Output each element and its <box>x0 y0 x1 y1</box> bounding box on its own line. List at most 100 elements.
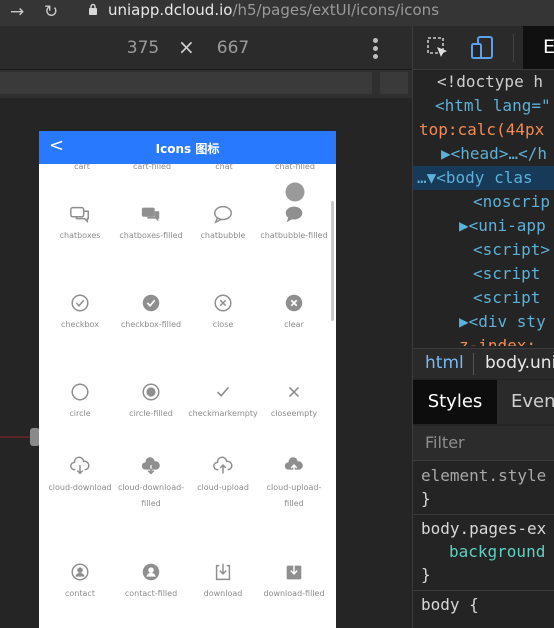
icon-label-cut: chat <box>215 162 233 171</box>
styles-pane: element.style } body.pages-ex background… <box>413 462 554 620</box>
page-title: Icons 图标 <box>155 142 220 156</box>
tab-styles[interactable]: Styles <box>413 380 497 424</box>
icon-cell-closeempty[interactable]: closeempty <box>257 381 331 422</box>
icon-label: close <box>212 320 234 329</box>
breadcrumb-item[interactable]: body.uni <box>485 353 554 373</box>
tab-event-listeners[interactable]: Even <box>511 380 554 424</box>
icon-label: checkbox-filled <box>120 320 182 329</box>
tab-elements[interactable]: E <box>523 26 554 69</box>
download-icon <box>212 561 234 583</box>
icon-cell-contact-filled[interactable]: contact-filled <box>114 561 188 602</box>
icon-label: cloud-download <box>48 483 112 492</box>
dom-line-selected[interactable]: …▼<body clas <box>413 166 554 190</box>
dom-line[interactable]: <noscrip <box>413 190 554 214</box>
icon-cell-cloud-download-filled[interactable]: cloud-download-filled <box>114 455 188 512</box>
cloud-upload-filled-icon <box>283 455 305 477</box>
rule-close: } <box>421 565 431 584</box>
icon-cell-chatboxes-filled[interactable]: chatboxes-filled <box>114 203 188 244</box>
dom-line[interactable]: ▶<uni-app <box>413 214 554 238</box>
icon-label-cut: cart-filled <box>132 162 172 171</box>
checkmarkempty-icon <box>212 381 234 403</box>
dimension-separator: × <box>178 35 195 59</box>
icon-cell-checkbox-filled[interactable]: checkbox-filled <box>114 292 188 333</box>
style-rule: body.pages-ex background } <box>413 515 554 591</box>
scrollbar-thumb[interactable] <box>331 201 334 321</box>
icon-cell-cloud-download[interactable]: cloud-download <box>43 455 117 496</box>
browser-toolbar: → ↻ uniapp.dcloud.io/h5/pages/extUI/icon… <box>0 0 554 26</box>
icon-label: checkbox <box>61 320 99 329</box>
rule-selector: body.pages-ex <box>421 519 547 538</box>
dom-line[interactable]: <script <box>413 262 554 286</box>
dom-line[interactable]: ▶<head>…</h <box>413 142 554 166</box>
checkbox-filled-icon <box>140 292 162 314</box>
breadcrumb-item[interactable]: html <box>425 353 464 373</box>
device-toolbar-icon[interactable] <box>471 36 495 60</box>
icon-label: download-filled <box>263 589 325 598</box>
styles-tabbar: Styles Even <box>413 380 554 424</box>
icon-cell-download-filled[interactable]: download-filled <box>257 561 331 602</box>
rule-selector: element.style <box>421 466 547 485</box>
rule-close: } <box>421 489 431 508</box>
dom-line[interactable]: <script <box>413 286 554 310</box>
icon-label: circle <box>69 409 91 418</box>
resize-guide <box>0 436 30 438</box>
chatboxes-filled-icon <box>140 203 162 225</box>
download-filled-icon <box>283 561 305 583</box>
icon-label: closeempty <box>270 409 318 418</box>
styles-filter-input[interactable]: Filter <box>413 426 554 461</box>
icon-label: chatboxes-filled <box>119 231 183 240</box>
forward-arrow-icon[interactable]: → <box>10 2 24 22</box>
contact-filled-icon <box>140 561 162 583</box>
icon-cell-clear[interactable]: clear <box>257 292 331 333</box>
icon-label: cloud-upload-filled <box>266 483 322 508</box>
icon-cell-circle[interactable]: circle <box>43 381 117 422</box>
rule-selector: body { <box>421 595 479 614</box>
icon-cell-cloud-upload[interactable]: cloud-upload <box>186 455 260 496</box>
icon-cell-checkbox[interactable]: checkbox <box>43 292 117 333</box>
inspect-element-icon[interactable] <box>427 37 449 59</box>
chatboxes-icon <box>69 203 91 225</box>
circle-filled-icon <box>140 381 162 403</box>
cloud-download-icon <box>69 455 91 477</box>
icon-label-cut: cart <box>74 162 90 171</box>
icon-label: chatbubble <box>200 231 246 240</box>
dom-line[interactable]: ▶<div sty <box>413 310 554 334</box>
icon-cell-circle-filled[interactable]: circle-filled <box>114 381 188 422</box>
more-options-icon[interactable] <box>373 38 379 60</box>
contact-icon <box>69 561 91 583</box>
icon-cell-contact[interactable]: contact <box>43 561 117 602</box>
dom-line[interactable]: <script> <box>413 238 554 262</box>
viewport-height-input[interactable]: 667 <box>208 36 258 60</box>
icon-label: cloud-download-filled <box>117 483 185 508</box>
address-bar[interactable]: uniapp.dcloud.io/h5/pages/extUI/icons/ic… <box>80 0 554 26</box>
dom-line[interactable]: z-index: <box>413 334 554 346</box>
icon-label: circle-filled <box>129 409 173 418</box>
dom-line[interactable]: <html lang=" <box>413 94 554 118</box>
icon-cell-chatbubble[interactable]: chatbubble <box>186 203 260 244</box>
icon-label-cut: chat-filled <box>275 162 315 171</box>
icon-cell-cloud-upload-filled[interactable]: cloud-upload-filled <box>257 455 331 512</box>
icon-label: chatbubble-filled <box>260 231 328 240</box>
reload-icon[interactable]: ↻ <box>44 2 58 22</box>
checkbox-icon <box>69 292 91 314</box>
style-rule: element.style } <box>413 462 554 515</box>
devtools-toolbar: E <box>413 26 554 70</box>
dom-line[interactable]: top:calc(44px <box>413 118 554 142</box>
circle-icon <box>69 381 91 403</box>
rule-property[interactable]: background <box>421 540 554 563</box>
icon-label: cloud-upload <box>197 483 249 492</box>
icon-cell-checkmarkempty[interactable]: checkmarkempty <box>186 381 260 422</box>
close-icon <box>212 292 234 314</box>
cloud-upload-icon <box>212 455 234 477</box>
icon-cell-download[interactable]: download <box>186 561 260 602</box>
viewport-width-input[interactable]: 375 <box>118 36 168 60</box>
style-rule: body { <box>413 591 554 620</box>
url-text: uniapp.dcloud.io/h5/pages/extUI/icons/ic… <box>108 1 440 19</box>
icon-cell-close[interactable]: close <box>186 292 260 333</box>
icon-label: chatboxes <box>59 231 101 240</box>
icon-cell-chatbubble-filled[interactable]: chatbubble-filled <box>257 203 331 244</box>
icon-cell-chatboxes[interactable]: chatboxes <box>43 203 117 244</box>
icon-label: contact <box>65 589 95 598</box>
closeempty-icon <box>283 381 305 403</box>
dom-line[interactable]: <!doctype h <box>413 70 554 94</box>
